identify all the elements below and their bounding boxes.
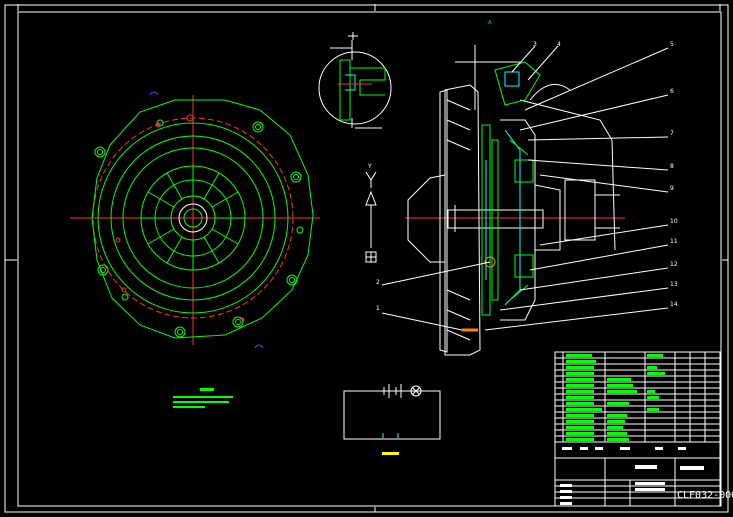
notes-block [173, 388, 233, 408]
view-arrow-y [365, 171, 377, 263]
front-view [70, 91, 320, 349]
view-mark-y: Y [367, 163, 372, 170]
callout-12: 12 [670, 261, 678, 268]
callout-9: 9 [670, 185, 674, 192]
callout-7: 7 [670, 130, 674, 137]
inner-border [17, 11, 722, 507]
callout-6: 6 [670, 88, 674, 95]
callout-4: 4 [557, 41, 561, 48]
callout-13: 13 [670, 281, 678, 288]
drawing-code: CLF032-00000 [677, 490, 733, 501]
callout-5: 5 [670, 41, 674, 48]
drawing-canvas: 1 2 3 4 5 6 7 8 9 10 11 12 13 14 A Y CLF… [4, 4, 733, 513]
detail-view-a [318, 32, 392, 129]
title-block: CLF032-00000 [554, 351, 733, 507]
callout-10: 10 [670, 218, 678, 225]
callout-14: 14 [670, 301, 678, 308]
callout-3: 3 [533, 41, 537, 48]
callout-1: 1 [376, 305, 380, 312]
callout-8: 8 [670, 163, 674, 170]
circuit-schematic [343, 384, 441, 455]
callout-11: 11 [670, 238, 678, 245]
section-mark-a: A [488, 20, 492, 26]
callout-2: 2 [376, 279, 380, 286]
